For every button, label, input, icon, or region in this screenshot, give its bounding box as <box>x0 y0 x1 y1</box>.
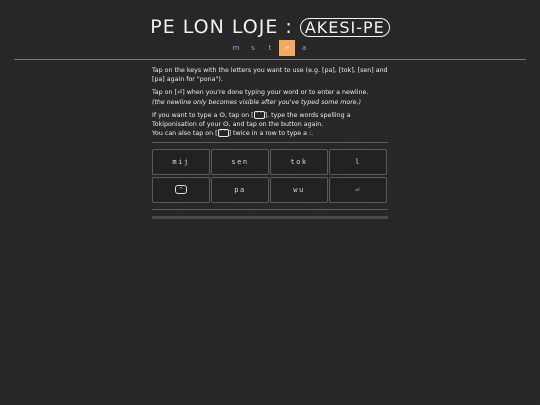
instruction-newline-note: (the newline only becomes visible after … <box>152 98 362 106</box>
bottom-divider <box>152 209 388 210</box>
title-cartouche: AKESI-PE <box>299 18 390 37</box>
tab-t[interactable]: t <box>262 40 278 56</box>
key-enter[interactable]: ⏎ <box>329 176 387 203</box>
instruction-newline-text: Tap on [⏎] when you're done typing your … <box>152 89 369 97</box>
tab-s[interactable]: s <box>245 40 261 56</box>
key-tok[interactable]: tok <box>270 149 328 175</box>
cartouche-icon: ⌒ <box>175 185 187 194</box>
key-wu[interactable]: wu <box>270 176 328 203</box>
keypad: mij sen tok l ⌒ pa wu ⏎ <box>152 149 388 203</box>
layout-tabs: m s t e a <box>228 40 313 56</box>
app-title: PE LON LOJE : AKESI-PE <box>0 16 540 38</box>
output-line <box>152 142 388 143</box>
instructions-panel: Tap on the keys with the letters you wan… <box>152 66 388 142</box>
key-l[interactable]: l <box>329 149 387 175</box>
tab-e-active[interactable]: e <box>279 40 295 56</box>
cartouche-key-inline: ⌒ <box>253 110 265 119</box>
cartouche-key-inline-2: ⌒ <box>217 129 229 138</box>
instruction-cartouche-a: If you want to type a ⵙ, tap on [ <box>152 111 254 119</box>
instruction-cartouche: If you want to type a ⵙ, tap on [⌒], typ… <box>152 110 388 139</box>
key-sen[interactable]: sen <box>211 149 269 175</box>
key-cartouche[interactable]: ⌒ <box>152 176 210 203</box>
key-pa[interactable]: pa <box>211 176 269 203</box>
tab-m[interactable]: m <box>228 40 244 56</box>
instruction-colon-b: ] twice in a row to type a :. <box>228 130 314 138</box>
scroll-bar[interactable] <box>152 216 388 219</box>
tab-a[interactable]: a <box>296 40 312 56</box>
instruction-newline: Tap on [⏎] when you're done typing your … <box>152 88 388 106</box>
title-main: PE LON LOJE : <box>150 16 300 38</box>
key-mij[interactable]: mij <box>152 149 210 175</box>
instruction-keys: Tap on the keys with the letters you wan… <box>152 67 388 84</box>
instruction-colon-a: You can also tap on [ <box>152 130 218 138</box>
header-divider <box>14 59 526 60</box>
